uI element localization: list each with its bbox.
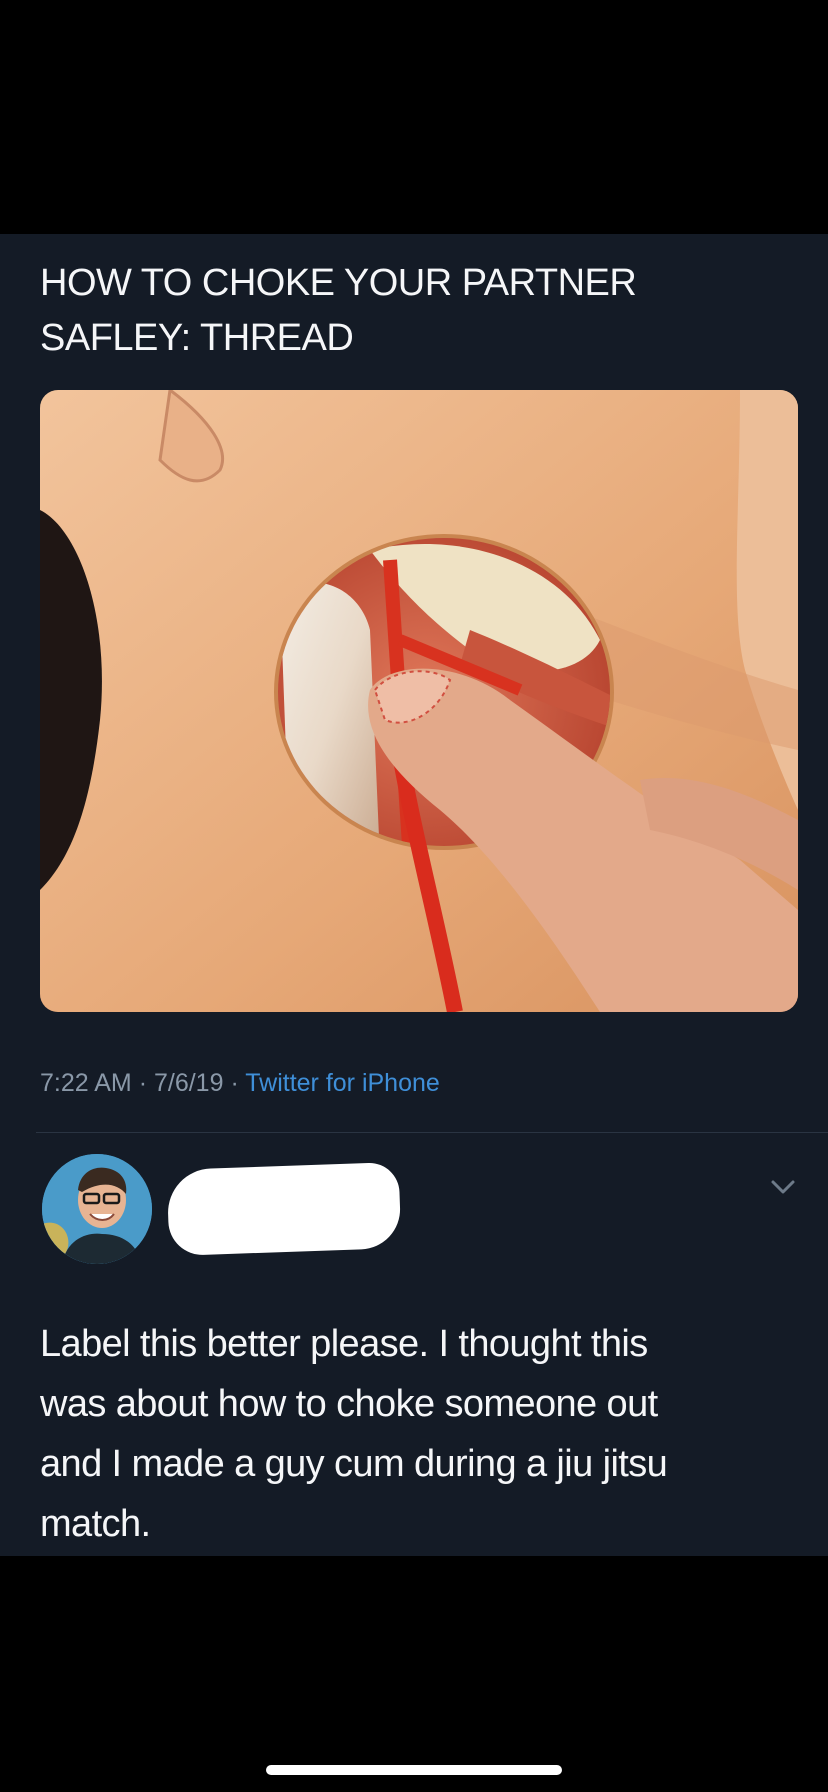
- tweet-meta: 7:22 AM · 7/6/19 · Twitter for iPhone: [40, 1069, 440, 1098]
- reply-text-line: and I made a guy cum during a jiu jitsu: [40, 1443, 668, 1485]
- neck-anatomy-illustration: [40, 390, 798, 1012]
- tweet-media-image[interactable]: [40, 390, 798, 1012]
- tweet-screenshot: HOW TO CHOKE YOUR PARTNER SAFLEY: THREAD: [0, 234, 828, 1556]
- tweet-time: 7:22 AM: [40, 1069, 132, 1097]
- meta-separator: ·: [230, 1069, 239, 1097]
- reply-text: Label this better please. I thought this…: [40, 1314, 800, 1554]
- reply-text-line: was about how to choke someone out: [40, 1383, 658, 1425]
- home-indicator[interactable]: [266, 1765, 562, 1775]
- chevron-down-icon[interactable]: [768, 1176, 798, 1198]
- meta-separator: ·: [138, 1069, 148, 1097]
- tweet-text-line: SAFLEY: THREAD: [40, 317, 354, 359]
- redacted-username: [166, 1161, 402, 1257]
- tweet-text-line: HOW TO CHOKE YOUR PARTNER: [40, 262, 637, 304]
- tweet-text: HOW TO CHOKE YOUR PARTNER SAFLEY: THREAD: [40, 256, 780, 366]
- reply-text-line: Label this better please. I thought this: [40, 1323, 648, 1365]
- avatar-photo: [42, 1154, 152, 1264]
- divider: [36, 1132, 828, 1133]
- tweet-date: 7/6/19: [153, 1069, 224, 1097]
- user-avatar[interactable]: [42, 1154, 152, 1264]
- tweet-source-link[interactable]: Twitter for iPhone: [245, 1069, 440, 1097]
- reply-text-line: match.: [40, 1503, 151, 1545]
